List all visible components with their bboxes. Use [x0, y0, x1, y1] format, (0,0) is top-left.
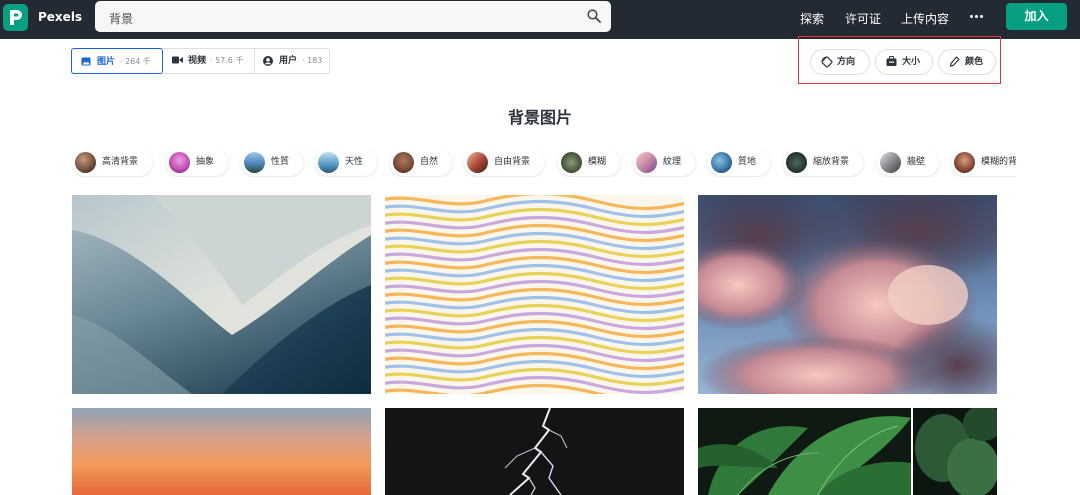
photo-dark-leaves[interactable]	[913, 408, 997, 495]
category-chip[interactable]: 自由背景	[464, 149, 544, 176]
more-options-icon[interactable]	[970, 15, 986, 19]
tab-photos-label: 图片	[97, 57, 116, 67]
photo-colorful-waves[interactable]	[385, 195, 684, 394]
category-chip[interactable]: 抽象	[166, 149, 228, 176]
category-thumbnail	[954, 152, 975, 173]
orientation-icon	[821, 56, 833, 68]
nav-explore[interactable]: 探索	[800, 10, 824, 27]
search-input[interactable]: 背景	[95, 1, 611, 32]
color-picker-icon	[949, 56, 960, 67]
photo-sunset-sky[interactable]	[72, 408, 371, 495]
photo-green-leaves[interactable]	[698, 408, 911, 495]
category-thumbnail	[561, 152, 582, 173]
category-thumbnail	[636, 152, 657, 173]
brand-name[interactable]: Pexels	[38, 10, 82, 24]
category-chip[interactable]: 縮放背景	[783, 149, 863, 176]
category-thumbnail	[880, 152, 901, 173]
category-thumbnail	[786, 152, 807, 173]
category-chips: 高清背景 抽象 性質 天性 自然 自由背景 模糊 紋理 質地 縮放背景 牆壁 模…	[72, 149, 1016, 177]
top-navigation-bar: Pexels 背景 探索 许可证 上传内容 加入	[0, 0, 1080, 39]
size-filter-button[interactable]: 大小	[875, 49, 933, 75]
search-query-text[interactable]: 背景	[109, 10, 133, 27]
pexels-logo[interactable]	[3, 4, 28, 31]
category-label: 自由背景	[494, 157, 531, 167]
image-icon	[81, 57, 91, 66]
media-type-tabs: 图片 · 264 千 视频 · 57.6 千 用户 · 183	[71, 48, 330, 74]
category-thumbnail	[75, 152, 96, 173]
video-icon	[172, 56, 183, 64]
category-label: 性質	[271, 157, 290, 167]
category-label: 紋理	[663, 157, 682, 167]
category-label: 抽象	[196, 157, 215, 167]
category-thumbnail	[244, 152, 265, 173]
tab-users-count: · 183	[302, 56, 323, 65]
category-thumbnail	[467, 152, 488, 173]
category-chip[interactable]: 天性	[315, 149, 377, 176]
color-filter-label: 颜色	[965, 57, 984, 67]
orientation-filter-label: 方向	[837, 57, 856, 67]
search-icon[interactable]	[587, 9, 601, 23]
user-icon	[263, 56, 273, 66]
nav-license[interactable]: 许可证	[845, 10, 881, 27]
category-label: 牆壁	[907, 157, 926, 167]
category-thumbnail	[393, 152, 414, 173]
tab-videos-count: · 57.6 千	[210, 56, 244, 65]
category-label: 天性	[345, 157, 364, 167]
size-icon	[886, 56, 897, 66]
tab-photos-count: · 264 千	[120, 57, 151, 66]
nav-upload[interactable]: 上传内容	[901, 10, 949, 27]
category-chip[interactable]: 質地	[708, 149, 770, 176]
tab-users[interactable]: 用户 · 183	[255, 48, 331, 74]
category-label: 高清背景	[102, 157, 139, 167]
tab-videos-label: 视频	[188, 56, 207, 66]
photo-lightning[interactable]	[385, 408, 684, 495]
category-thumbnail	[318, 152, 339, 173]
category-thumbnail	[711, 152, 732, 173]
category-chip[interactable]: 模糊	[558, 149, 620, 176]
category-label: 模糊的背	[981, 157, 1016, 167]
pexels-logo-icon	[10, 10, 22, 25]
category-chip[interactable]: 高清背景	[72, 149, 152, 176]
category-label: 縮放背景	[813, 157, 850, 167]
category-chip[interactable]: 性質	[241, 149, 303, 176]
category-label: 質地	[738, 157, 757, 167]
join-button[interactable]: 加入	[1006, 3, 1067, 30]
photo-pink-clouds[interactable]	[698, 195, 997, 394]
tab-photos[interactable]: 图片 · 264 千	[71, 48, 163, 74]
page-title: 背景图片	[507, 108, 572, 127]
category-label: 模糊	[588, 157, 607, 167]
category-label: 自然	[420, 157, 439, 167]
color-filter-button[interactable]: 颜色	[938, 49, 996, 75]
tab-users-label: 用户	[279, 56, 298, 66]
category-chip[interactable]: 模糊的背	[951, 149, 1016, 176]
orientation-filter-button[interactable]: 方向	[810, 49, 870, 75]
category-thumbnail	[169, 152, 190, 173]
photo-abstract-curve[interactable]	[72, 195, 371, 394]
size-filter-label: 大小	[902, 57, 921, 67]
category-chip[interactable]: 自然	[390, 149, 452, 176]
category-chip[interactable]: 牆壁	[877, 149, 939, 176]
tab-videos[interactable]: 视频 · 57.6 千	[164, 48, 254, 74]
category-chip[interactable]: 紋理	[633, 149, 695, 176]
